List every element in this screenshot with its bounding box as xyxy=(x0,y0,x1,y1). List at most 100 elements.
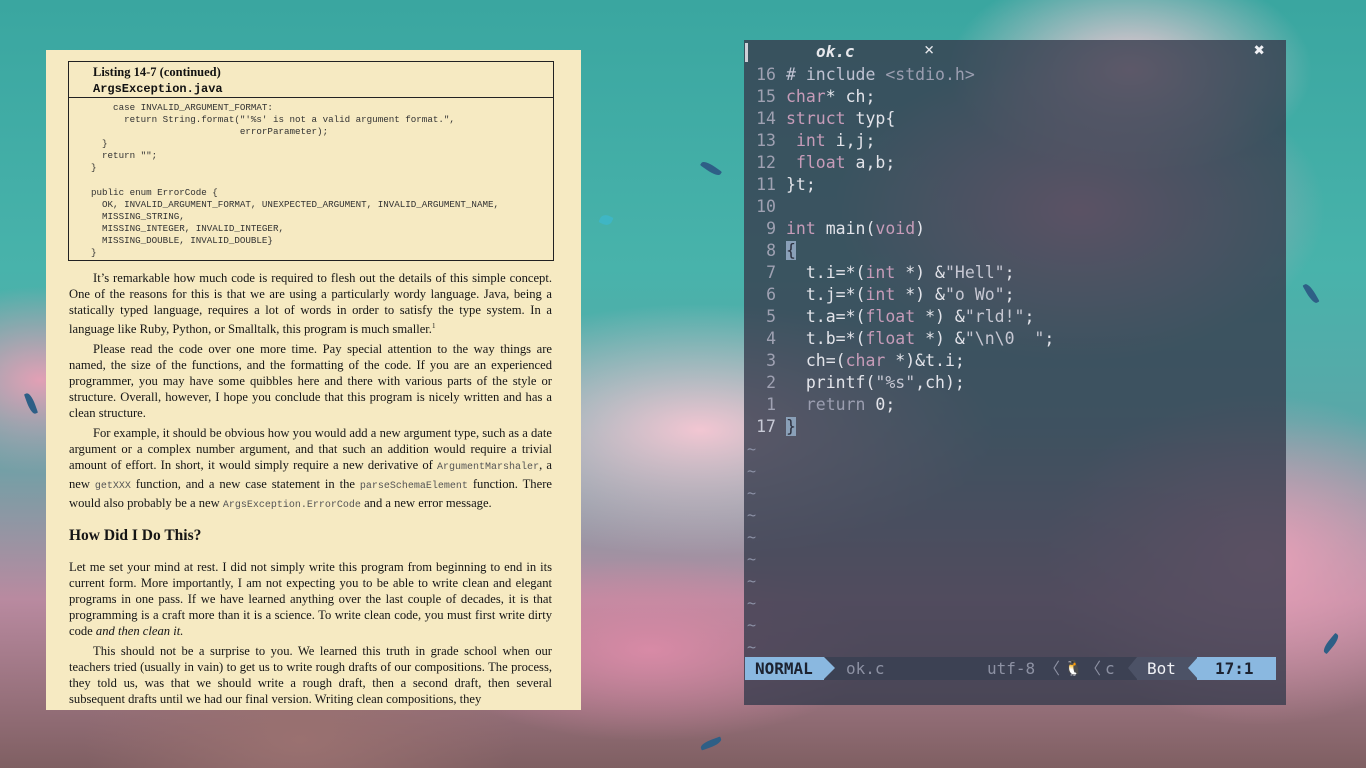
line-number: 6 xyxy=(766,285,776,304)
vim-tabline: ok.c × ✖ xyxy=(744,40,1286,65)
leaf-decoration xyxy=(1321,632,1341,655)
empty-line-marker: ~ xyxy=(747,572,757,590)
listing-header: Listing 14-7 (continued) ArgsException.j… xyxy=(69,62,553,98)
vim-statusline: NORMAL ok.c utf-8 〈 🐧 〈 c Bot 17:1 xyxy=(745,657,1276,680)
paragraph: Please read the code over one more time.… xyxy=(69,342,552,421)
status-filetype: c xyxy=(1105,659,1115,678)
inline-code: parseSchemaElement xyxy=(359,481,468,493)
line-number: 1 xyxy=(766,395,776,414)
line-text: int main(void) xyxy=(786,219,926,238)
line-text: } xyxy=(786,417,796,436)
tab-ok-c[interactable]: ok.c xyxy=(816,42,855,61)
paragraph: It’s remarkable how much code is require… xyxy=(69,271,552,337)
code-line[interactable]: 9 int main(void) xyxy=(744,218,1286,240)
code-line[interactable]: 11 }t; xyxy=(744,174,1286,196)
linux-icon: 🐧 xyxy=(1064,659,1083,677)
code-line[interactable]: 17} xyxy=(744,416,1286,438)
listing-filename: ArgsException.java xyxy=(93,82,223,96)
empty-line-marker: ~ xyxy=(747,550,757,568)
leaf-decoration xyxy=(699,159,723,178)
line-number: 2 xyxy=(766,373,776,392)
code-line[interactable]: 10 xyxy=(744,196,1286,218)
empty-line-marker: ~ xyxy=(747,594,757,612)
status-separator: 〈 xyxy=(1085,659,1102,678)
paragraph: For example, it should be obvious how yo… xyxy=(69,426,552,512)
window-close-icon[interactable]: ✖ xyxy=(1254,40,1265,61)
code-line[interactable]: 5 t.a=*(float *) &"rld!"; xyxy=(744,306,1286,328)
line-text: char* ch; xyxy=(786,87,876,106)
book-body: It’s remarkable how much code is require… xyxy=(69,270,552,710)
code-line[interactable]: 12 float a,b; xyxy=(744,152,1286,174)
code-listing: Listing 14-7 (continued) ArgsException.j… xyxy=(68,61,554,261)
line-number: 17 xyxy=(756,417,776,436)
section-heading: How Did I Do This? xyxy=(69,527,202,545)
empty-line-marker: ~ xyxy=(747,440,757,458)
line-number: 7 xyxy=(766,263,776,282)
line-number: 3 xyxy=(766,351,776,370)
empty-line-marker: ~ xyxy=(747,506,757,524)
line-text: t.a=*(float *) &"rld!"; xyxy=(786,307,1035,326)
editor-buffer[interactable]: 16 # include <stdio.h> 15 char* ch; 14 struct… xyxy=(744,64,1286,658)
line-text: ch=(char *)&t.i; xyxy=(786,351,965,370)
line-number: 13 xyxy=(756,131,776,150)
line-number: 12 xyxy=(756,153,776,172)
inline-code: ArgumentMarshaler xyxy=(437,462,540,474)
line-number: 16 xyxy=(756,65,776,84)
line-number: 5 xyxy=(766,307,776,326)
line-text: t.b=*(float *) &"\n\0 "; xyxy=(786,329,1055,348)
line-text: return 0; xyxy=(805,395,896,414)
leaf-decoration xyxy=(23,391,39,416)
status-encoding: utf-8 xyxy=(987,659,1036,678)
code-line[interactable]: 2 printf("%s",ch); xyxy=(744,372,1286,394)
empty-line-marker: ~ xyxy=(747,638,757,656)
code-line[interactable]: 4 t.b=*(float *) &"\n\0 "; xyxy=(744,328,1286,350)
line-number: 9 xyxy=(766,219,776,238)
tab-close-icon[interactable]: × xyxy=(924,40,934,60)
empty-line-marker: ~ xyxy=(747,616,757,634)
line-number: 15 xyxy=(756,87,776,106)
line-text: t.i=*(int *) &"Hell"; xyxy=(786,263,1015,282)
code-line[interactable]: 15 char* ch; xyxy=(744,86,1286,108)
code-line[interactable]: 14 struct typ{ xyxy=(744,108,1286,130)
line-number: 8 xyxy=(766,241,776,260)
inline-code: ArgsException.ErrorCode xyxy=(222,500,361,512)
vim-window[interactable]: ok.c × ✖ 16 # include <stdio.h> 15 char* ch… xyxy=(744,40,1286,705)
book-page: Listing 14-7 (continued) ArgsException.j… xyxy=(46,50,581,710)
inline-code: getXXX xyxy=(94,481,131,493)
line-text: t.j=*(int *) &"o Wo"; xyxy=(786,285,1015,304)
leaf-decoration xyxy=(699,736,723,751)
status-filename: ok.c xyxy=(846,659,885,678)
line-number: 14 xyxy=(756,109,776,128)
tab-indicator xyxy=(745,43,748,62)
code-line[interactable]: 1 return 0; xyxy=(744,394,1286,416)
line-number: 10 xyxy=(756,197,776,216)
line-text: int i,j; xyxy=(795,131,876,150)
empty-line-marker: ~ xyxy=(747,462,757,480)
paragraph: This should not be a surprise to you. We… xyxy=(69,644,552,707)
code-line[interactable]: 8{ xyxy=(744,240,1286,262)
code-line[interactable]: 16 # include <stdio.h> xyxy=(744,64,1286,86)
mode-indicator: NORMAL xyxy=(745,657,824,680)
line-number: 4 xyxy=(766,329,776,348)
status-cursor-position: 17:1 xyxy=(1215,659,1254,678)
paragraph: Let me set your mind at rest. I did not … xyxy=(69,560,552,639)
line-text: { xyxy=(786,241,796,260)
status-position: Bot xyxy=(1147,659,1176,678)
empty-line-marker: ~ xyxy=(747,528,757,546)
status-separator: 〈 xyxy=(1044,659,1061,678)
code-line[interactable]: 13 int i,j; xyxy=(744,130,1286,152)
listing-code: case INVALID_ARGUMENT_FORMAT: return Str… xyxy=(91,102,499,259)
empty-line-marker: ~ xyxy=(747,484,757,502)
line-text: printf("%s",ch); xyxy=(786,373,965,392)
line-text: # include <stdio.h> xyxy=(786,65,975,84)
listing-title: Listing 14-7 (continued) xyxy=(93,65,221,79)
code-line[interactable]: 7 t.i=*(int *) &"Hell"; xyxy=(744,262,1286,284)
status-arrow xyxy=(1128,657,1137,679)
code-line[interactable]: 3 ch=(char *)&t.i; xyxy=(744,350,1286,372)
code-line[interactable]: 6 t.j=*(int *) &"o Wo"; xyxy=(744,284,1286,306)
line-text: }t; xyxy=(786,175,816,194)
leaf-decoration xyxy=(1302,282,1320,305)
line-text: float a,b; xyxy=(795,153,896,172)
line-number: 11 xyxy=(756,175,776,194)
line-text: struct typ{ xyxy=(786,109,896,128)
